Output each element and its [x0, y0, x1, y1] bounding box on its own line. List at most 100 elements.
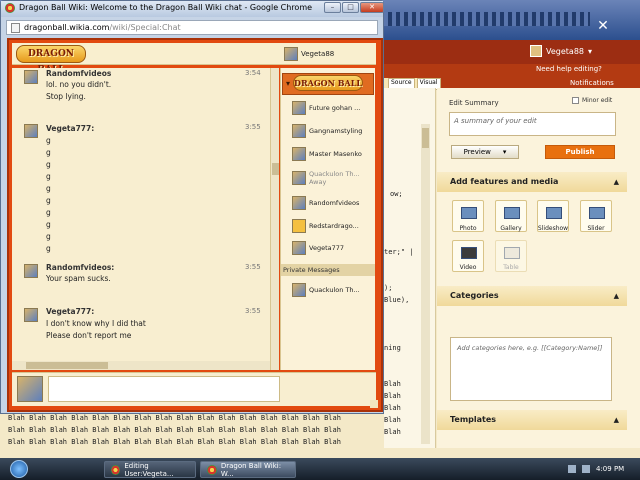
- url-path: /wiki/Special:Chat: [109, 23, 181, 32]
- address-bar[interactable]: dragonball.wikia.com/wiki/Special:Chat: [6, 20, 378, 35]
- avatar: [292, 124, 306, 138]
- user-list-item[interactable]: Vegeta777: [292, 241, 344, 255]
- avatar: [292, 219, 306, 233]
- editor-user-menu[interactable]: Vegeta88 ▾: [530, 44, 635, 58]
- photo-icon: [461, 207, 477, 219]
- tool-label: Photo: [459, 225, 477, 232]
- user-list-item[interactable]: Gangnamstyling: [292, 124, 362, 138]
- message-user[interactable]: Randomfvideos: [46, 69, 111, 78]
- message-text: Please don't report me: [46, 331, 132, 340]
- message-text: g: [46, 196, 51, 205]
- close-icon[interactable]: ✕: [595, 18, 611, 34]
- slider-icon: [589, 207, 605, 219]
- help-editing-link[interactable]: Need help editing?: [536, 65, 602, 73]
- code-fragment: Blue),: [384, 296, 410, 304]
- editor-username: Vegeta88: [546, 46, 584, 56]
- resize-grip[interactable]: [370, 400, 378, 408]
- maximize-button[interactable]: □: [342, 2, 359, 13]
- message-user[interactable]: Randomfvideos:: [46, 263, 114, 272]
- code-fragment: ter;" |: [384, 248, 414, 256]
- network-icon[interactable]: [568, 465, 576, 473]
- window-controls: – □ ✕: [324, 2, 384, 13]
- dragon-ball-logo[interactable]: DRAGON BALL: [16, 45, 86, 75]
- user-list-item[interactable]: Future gohan ...: [292, 101, 360, 115]
- chevron-down-icon: ▾: [286, 79, 291, 88]
- user-list-item[interactable]: Redstardrago...: [292, 219, 359, 233]
- caret-icon: ▲: [613, 416, 619, 424]
- message-time: 3:55: [245, 307, 261, 315]
- edit-summary-input[interactable]: A summary of your edit: [449, 112, 616, 136]
- avatar: [292, 171, 306, 185]
- edit-summary-label: Edit Summary: [449, 99, 499, 107]
- taskbar-item[interactable]: Dragon Ball Wiki: W...: [200, 461, 296, 478]
- message-text: g: [46, 184, 51, 193]
- windows-icon: [10, 460, 28, 478]
- private-message-item[interactable]: Quackulon Th...: [292, 283, 360, 297]
- tool-label: Slideshow: [537, 225, 569, 232]
- user-list-item[interactable]: Master Masenko: [292, 147, 362, 161]
- notifications-link[interactable]: Notifications: [570, 79, 614, 87]
- blah-line: Blah Blah Blah Blah Blah Blah Blah Blah …: [8, 426, 341, 434]
- avatar: [530, 45, 542, 57]
- user-name: Redstardrago...: [309, 222, 359, 230]
- user-name: Randomfvideos: [309, 199, 360, 207]
- taskbar-item[interactable]: Editing User:Vegeta...: [104, 461, 196, 478]
- user-name: Vegeta777: [309, 244, 345, 252]
- avatar[interactable]: [24, 124, 38, 138]
- preview-button[interactable]: Preview ▾: [451, 145, 519, 159]
- caret-icon: ▲: [613, 292, 619, 300]
- templates-heading[interactable]: Templates ▲: [437, 410, 627, 430]
- clock[interactable]: 4:09 PM: [596, 465, 624, 473]
- editor-scrollbar[interactable]: [421, 124, 430, 444]
- code-fragment: ow;: [390, 190, 403, 198]
- dragon-ball-logo: DRAGON BALL: [293, 75, 363, 91]
- tool-label: Table: [503, 264, 519, 271]
- taskbar: [0, 458, 640, 480]
- user-list-header[interactable]: ▾ DRAGON BALL: [282, 73, 374, 95]
- messages-horizontal-scrollbar[interactable]: [12, 361, 270, 370]
- user-name: Master Masenko: [309, 150, 362, 158]
- gallery-icon: [504, 207, 520, 219]
- avatar[interactable]: [24, 264, 38, 278]
- code-fragment: );: [384, 284, 393, 292]
- close-button[interactable]: ✕: [360, 2, 384, 13]
- message-text: g: [46, 172, 51, 181]
- features-heading[interactable]: Add features and media ▲: [437, 172, 627, 192]
- message-user[interactable]: Vegeta777:: [46, 124, 94, 133]
- chevron-down-icon[interactable]: ▾: [503, 148, 507, 156]
- system-tray: 4:09 PM: [560, 458, 640, 480]
- minimize-button[interactable]: –: [324, 2, 341, 13]
- preview-label: Preview: [463, 148, 491, 156]
- chrome-icon: [207, 464, 217, 475]
- chrome-icon: [5, 3, 15, 13]
- avatar: [292, 147, 306, 161]
- avatar[interactable]: [24, 70, 38, 84]
- avatar: [292, 196, 306, 210]
- user-list-item[interactable]: Randomfvideos: [292, 196, 359, 210]
- categories-input[interactable]: Add categories here, e.g. [[Category:Nam…: [450, 337, 612, 401]
- start-button[interactable]: [2, 458, 36, 480]
- avatar[interactable]: [24, 308, 38, 322]
- page-icon: [11, 22, 20, 33]
- volume-icon[interactable]: [582, 465, 590, 473]
- message-text: g: [46, 148, 51, 157]
- taskbar-item-label: Editing User:Vegeta...: [124, 461, 174, 478]
- categories-heading[interactable]: Categories ▲: [437, 286, 627, 306]
- message-text: I don't know why I did that: [46, 319, 146, 328]
- video-icon: [461, 247, 477, 259]
- chat-message-input[interactable]: [48, 376, 280, 402]
- user-list-item[interactable]: Quackulon Th... Away: [292, 170, 360, 186]
- avatar: [292, 283, 306, 297]
- slideshow-icon: [546, 207, 562, 219]
- minor-edit-checkbox[interactable]: Minor edit: [572, 97, 612, 104]
- message-text: g: [46, 160, 51, 169]
- chat-current-user[interactable]: Vegeta88: [284, 47, 334, 61]
- user-name: Quackulon Th...: [309, 286, 360, 294]
- chrome-icon: [111, 464, 121, 475]
- chevron-down-icon: ▾: [588, 46, 593, 56]
- publish-button[interactable]: Publish: [545, 145, 615, 159]
- blah-line: Blah Blah Blah Blah Blah Blah Blah Blah …: [8, 438, 341, 446]
- message-user[interactable]: Vegeta777:: [46, 307, 94, 316]
- message-text: g: [46, 232, 51, 241]
- messages-scrollbar[interactable]: [270, 68, 279, 370]
